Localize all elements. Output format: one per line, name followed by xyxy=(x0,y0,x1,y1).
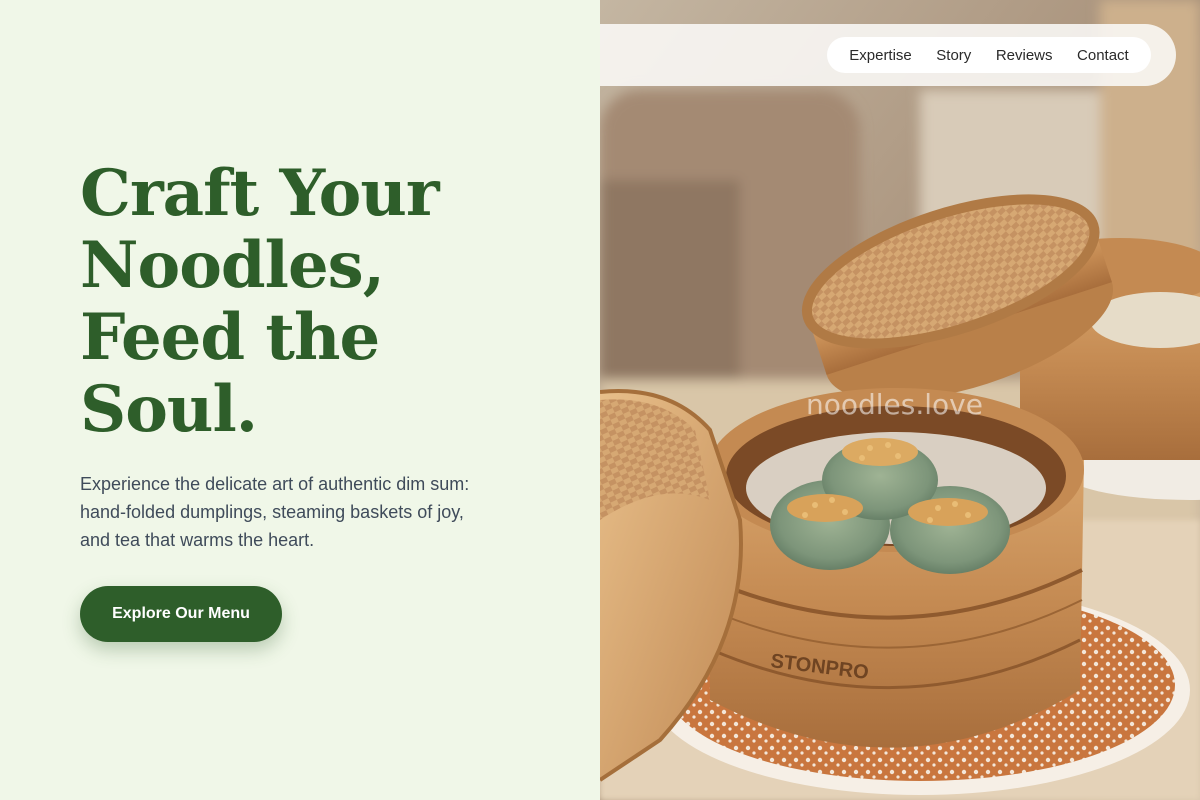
nav-link-story[interactable]: Story xyxy=(936,47,971,64)
nav-link-expertise[interactable]: Expertise xyxy=(849,47,912,64)
headline-line-1: Craft Your xyxy=(80,156,440,231)
headline-line-2: Noodles, xyxy=(80,228,385,303)
hero-text-panel: Craft Your Noodles, Feed the Soul. Exper… xyxy=(0,0,600,800)
landing-page: Craft Your Noodles, Feed the Soul. Exper… xyxy=(0,0,1200,800)
headline-line-4: Soul. xyxy=(80,372,258,447)
nav-link-reviews[interactable]: Reviews xyxy=(996,47,1053,64)
description-line-2: hand-folded dumplings, steaming baskets … xyxy=(80,502,464,522)
explore-menu-button[interactable]: Explore Our Menu xyxy=(80,586,282,642)
headline-line-3: Feed the xyxy=(80,300,380,375)
hero-description: Experience the delicate art of authentic… xyxy=(80,470,520,554)
nav-menu: Expertise Story Reviews Contact xyxy=(827,37,1151,73)
nav-link-contact[interactable]: Contact xyxy=(1077,47,1129,64)
description-line-3: and tea that warms the heart. xyxy=(80,530,315,550)
watermark-text: noodles.love xyxy=(806,388,983,421)
hero-headline: Craft Your Noodles, Feed the Soul. xyxy=(80,156,440,447)
description-line-1: Experience the delicate art of authentic… xyxy=(80,474,470,494)
